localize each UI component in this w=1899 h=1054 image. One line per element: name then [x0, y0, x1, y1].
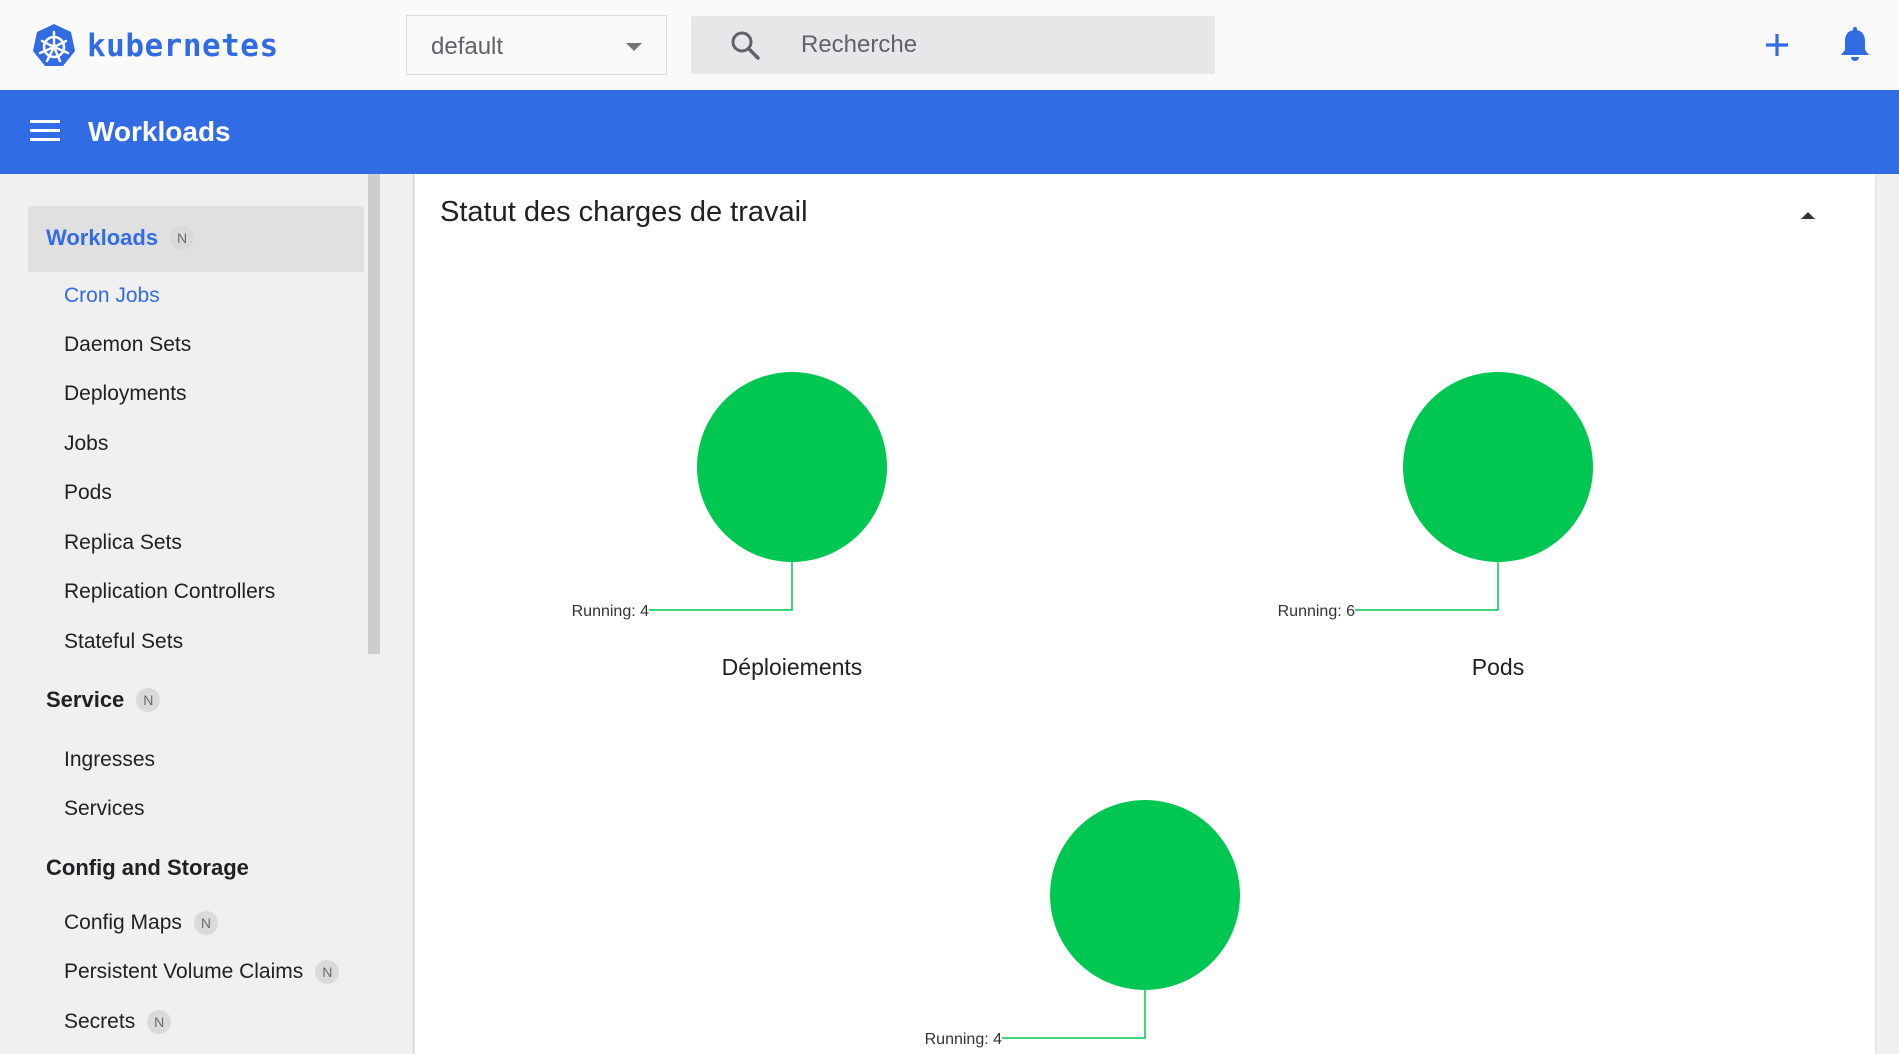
search-bar [691, 16, 1215, 74]
namespaced-badge: N [170, 226, 195, 250]
pie-slice-running[interactable] [697, 372, 887, 562]
workload-status-charts: Running: 4 Running: 6 Running: 4 [572, 372, 1593, 1048]
sidebar-item-label: Deployments [64, 382, 187, 405]
namespace-value: default [431, 33, 504, 60]
namespaced-badge: N [147, 1010, 172, 1034]
slice-label: Running: 6 [1278, 603, 1355, 620]
page-title: Workloads [88, 116, 231, 147]
sidebar-section-config-and-storage[interactable]: Config and Storage [46, 855, 249, 881]
sidebar-section-label: Workloads [46, 225, 159, 250]
sidebar-item-replication-controllers[interactable]: Replication Controllers [64, 580, 275, 604]
sidebar-item-daemon-sets[interactable]: Daemon Sets [64, 333, 191, 357]
pie-slice-running[interactable] [1403, 372, 1593, 562]
sidebar: Workloads N Cron Jobs Daemon Sets Deploy… [0, 174, 414, 1054]
sidebar-item-jobs[interactable]: Jobs [64, 432, 108, 456]
kubernetes-logo[interactable]: kubernetes [30, 22, 279, 70]
search-icon[interactable] [729, 29, 761, 61]
main-content: Statut des charges de travail Running: 4… [414, 174, 1899, 1054]
pie-slice-running[interactable] [1050, 800, 1240, 990]
leader-line [649, 562, 793, 611]
sidebar-item-deployments[interactable]: Deployments [64, 382, 187, 406]
sidebar-scrollbar[interactable] [368, 174, 380, 654]
top-bar: kubernetes default [0, 0, 1899, 90]
chart-title-deployments: Déploiements [721, 654, 863, 680]
sidebar-item-pods[interactable]: Pods [64, 481, 112, 505]
sidebar-item-services[interactable]: Services [64, 797, 145, 821]
namespaced-badge: N [136, 688, 161, 712]
sidebar-item-label: Pods [64, 481, 112, 504]
slice-label: Running: 4 [925, 1031, 1002, 1048]
sidebar-item-label: Stateful Sets [64, 630, 184, 653]
sidebar-item-label: Jobs [64, 432, 109, 455]
sidebar-item-label: Ingresses [64, 748, 156, 771]
app-bar: Workloads [0, 90, 1899, 174]
sidebar-section-service[interactable]: Service N [46, 687, 161, 713]
sidebar-item-label: Replica Sets [64, 531, 182, 554]
sidebar-item-replica-sets[interactable]: Replica Sets [64, 531, 182, 555]
slice-label: Running: 4 [572, 603, 649, 620]
namespaced-badge: N [315, 960, 340, 984]
namespace-select[interactable]: default [406, 15, 667, 75]
namespaced-badge: N [193, 911, 218, 935]
sidebar-item-persistent-volume-claims[interactable]: Persistent Volume Claims N [64, 960, 340, 984]
chevron-down-icon [626, 43, 642, 51]
sidebar-item-label: Config Maps [64, 911, 182, 934]
sidebar-item-stateful-sets[interactable]: Stateful Sets [64, 630, 183, 654]
chart-title-pods: Pods [1471, 654, 1525, 680]
workload-status-card: Statut des charges de travail Running: 4… [414, 174, 1875, 1054]
sidebar-item-cron-jobs[interactable]: Cron Jobs [64, 284, 160, 308]
sidebar-item-label: Services [64, 797, 145, 820]
notification-bell-icon[interactable] [1838, 26, 1872, 64]
search-input[interactable] [801, 24, 1201, 66]
sidebar-item-label: Persistent Volume Claims [64, 960, 304, 983]
sidebar-item-label: Secrets [64, 1010, 136, 1033]
sidebar-section-workloads[interactable]: Workloads N [46, 225, 195, 251]
kubernetes-helm-icon [33, 24, 75, 66]
leader-line [1355, 562, 1499, 611]
add-icon[interactable] [1760, 28, 1794, 62]
sidebar-item-config-maps[interactable]: Config Maps N [64, 911, 218, 935]
sidebar-section-label: Config and Storage [46, 855, 249, 880]
leader-line [1002, 990, 1146, 1039]
menu-icon[interactable] [30, 120, 60, 142]
sidebar-item-secrets[interactable]: Secrets N [64, 1010, 172, 1034]
sidebar-section-label: Service [46, 687, 125, 712]
logo-text: kubernetes [87, 28, 279, 64]
sidebar-item-label: Cron Jobs [64, 284, 160, 307]
sidebar-item-label: Replication Controllers [64, 580, 276, 603]
sidebar-item-ingresses[interactable]: Ingresses [64, 748, 155, 772]
sidebar-item-label: Daemon Sets [64, 333, 192, 356]
